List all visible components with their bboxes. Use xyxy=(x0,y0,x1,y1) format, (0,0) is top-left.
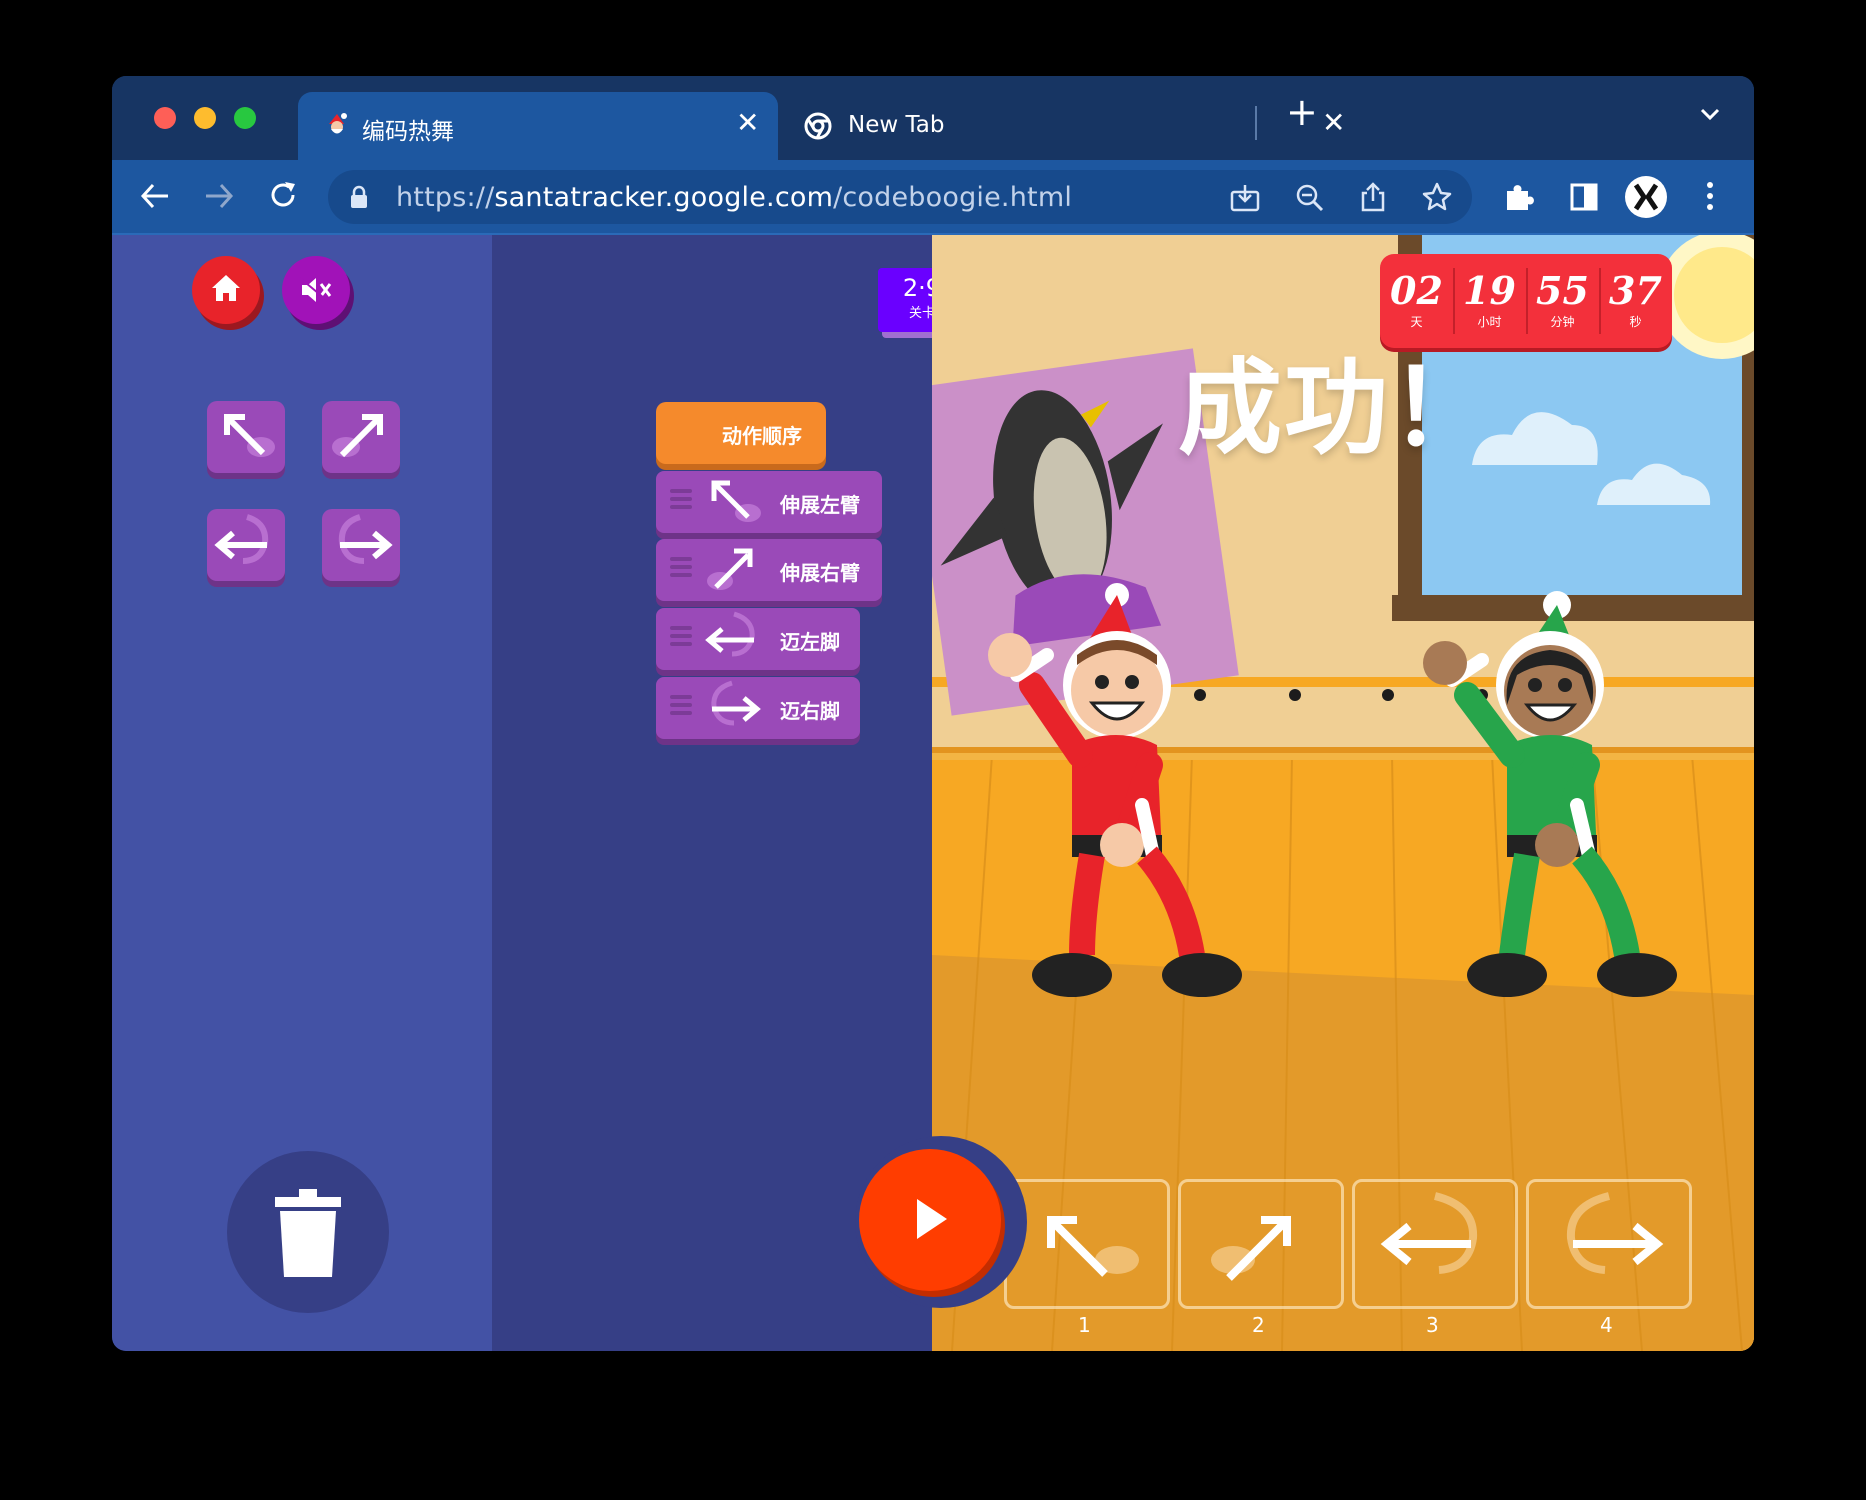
countdown-value: 37 xyxy=(1609,268,1662,313)
home-icon xyxy=(211,274,241,306)
countdown-hours: 19 小时 xyxy=(1453,254,1526,348)
side-panel-icon[interactable] xyxy=(1570,183,1598,215)
profile-avatar[interactable] xyxy=(1624,175,1668,223)
maximize-window-button[interactable] xyxy=(234,107,256,129)
tab-divider xyxy=(1255,106,1257,140)
step-number: 3 xyxy=(1426,1313,1439,1337)
countdown-unit: 分钟 xyxy=(1550,315,1575,329)
palette-block-right-foot[interactable] xyxy=(322,509,400,581)
drag-handle-icon[interactable] xyxy=(670,695,692,715)
tab-title: 编码热舞 xyxy=(362,119,454,145)
arrow-up-left-icon xyxy=(1047,1216,1139,1277)
arrow-right-icon xyxy=(338,514,393,564)
step-number: 1 xyxy=(1078,1313,1091,1337)
countdown-value: 02 xyxy=(1390,268,1443,313)
play-icon xyxy=(915,1197,949,1245)
arrow-left-icon xyxy=(214,514,269,564)
trash-icon xyxy=(275,1189,341,1281)
drag-handle-icon[interactable] xyxy=(670,489,692,509)
back-arrow-icon[interactable] xyxy=(140,182,170,214)
forward-arrow-icon[interactable] xyxy=(204,182,234,214)
extensions-puzzle-icon[interactable] xyxy=(1504,182,1534,216)
tab-new-tab[interactable]: New Tab ✕ xyxy=(788,92,1345,160)
code-block-right-foot[interactable]: 迈右脚 xyxy=(656,677,860,739)
browser-toolbar: https://santatracker.google.com/codeboog… xyxy=(112,160,1754,235)
countdown-seconds: 37 秒 xyxy=(1599,254,1672,348)
url-host: santatracker.google.com xyxy=(494,182,834,213)
install-app-icon[interactable] xyxy=(1230,184,1260,216)
code-block-label: 迈左脚 xyxy=(780,630,840,654)
chrome-icon xyxy=(804,112,832,140)
mute-button[interactable] xyxy=(282,256,350,324)
code-block-left-arm[interactable]: 伸展左臂 xyxy=(656,471,882,533)
drag-handle-icon[interactable] xyxy=(670,557,692,577)
code-block-left-foot[interactable]: 迈左脚 xyxy=(656,608,860,670)
url-scheme: https:// xyxy=(396,182,495,213)
arrow-up-right-icon xyxy=(1211,1216,1291,1281)
step-slot-4 xyxy=(1526,1179,1692,1309)
game-viewport: 动作顺序 伸展左臂 伸展右臂 迈左脚 迈右脚 2·9 关卡 成功！ 02 天 1… xyxy=(112,235,1754,1351)
step-number: 2 xyxy=(1252,1313,1265,1337)
palette-block-left-arm[interactable] xyxy=(207,401,285,473)
bookmark-star-icon[interactable] xyxy=(1422,182,1452,216)
close-window-button[interactable] xyxy=(154,107,176,129)
step-number: 4 xyxy=(1600,1313,1613,1337)
palette-block-left-foot[interactable] xyxy=(207,509,285,581)
trash-button[interactable] xyxy=(227,1151,389,1313)
countdown-unit: 小时 xyxy=(1477,315,1502,329)
program-header-block[interactable]: 动作顺序 xyxy=(656,402,826,464)
url-path: /codeboogie.html xyxy=(833,182,1073,213)
arrow-up-right-icon xyxy=(707,548,753,590)
code-block-right-arm[interactable]: 伸展右臂 xyxy=(656,539,882,601)
countdown-value: 55 xyxy=(1536,268,1589,313)
arrow-right-icon xyxy=(1566,1192,1664,1274)
countdown-minutes: 55 分钟 xyxy=(1526,254,1599,348)
minimize-window-button[interactable] xyxy=(194,107,216,129)
arrow-left-icon xyxy=(705,611,755,657)
arrow-up-left-icon xyxy=(711,480,761,522)
program-header-label: 动作顺序 xyxy=(722,424,802,448)
tab-title: New Tab xyxy=(848,112,945,138)
arrow-left-icon xyxy=(1380,1192,1478,1274)
arrow-up-right-icon xyxy=(332,414,383,458)
step-slot-2 xyxy=(1178,1179,1344,1309)
countdown-value: 19 xyxy=(1463,268,1516,313)
tab-close-icon[interactable]: ✕ xyxy=(1322,106,1345,139)
url-text: https://santatracker.google.com/codeboog… xyxy=(396,182,1072,213)
countdown-timer: 02 天 19 小时 55 分钟 37 秒 xyxy=(1380,254,1672,348)
step-slot-1 xyxy=(1004,1179,1170,1309)
code-block-label: 伸展右臂 xyxy=(780,561,860,585)
countdown-days: 02 天 xyxy=(1380,254,1453,348)
code-block-label: 伸展左臂 xyxy=(780,493,860,517)
lock-icon xyxy=(350,185,368,213)
speaker-muted-icon xyxy=(299,276,332,308)
arrow-up-left-icon xyxy=(224,414,275,457)
santa-favicon-icon xyxy=(326,112,348,136)
tab-codeboogie[interactable]: 编码热舞 ✕ xyxy=(298,92,778,160)
play-button[interactable] xyxy=(859,1149,1001,1291)
kebab-menu-icon[interactable] xyxy=(1706,180,1714,216)
new-tab-button[interactable]: + xyxy=(1286,90,1318,134)
browser-window: 编码热舞 ✕ New Tab ✕ + https://santatracker.… xyxy=(112,76,1754,1351)
home-button[interactable] xyxy=(192,256,260,324)
countdown-unit: 秒 xyxy=(1629,315,1642,329)
code-block-label: 迈右脚 xyxy=(780,699,840,723)
tab-close-icon[interactable]: ✕ xyxy=(736,106,759,139)
address-bar[interactable]: https://santatracker.google.com/codeboog… xyxy=(328,170,1472,224)
block-palette xyxy=(112,235,492,1351)
share-icon[interactable] xyxy=(1360,182,1386,216)
drag-handle-icon[interactable] xyxy=(670,626,692,646)
dance-stage: 成功！ 02 天 19 小时 55 分钟 37 秒 1 2 3 4 xyxy=(932,235,1754,1351)
step-slot-3 xyxy=(1352,1179,1518,1309)
zoom-out-icon[interactable] xyxy=(1296,184,1324,216)
reload-icon[interactable] xyxy=(268,180,298,214)
palette-block-right-arm[interactable] xyxy=(322,401,400,473)
countdown-unit: 天 xyxy=(1410,315,1423,329)
arrow-right-icon xyxy=(711,680,761,726)
tab-search-chevron-icon[interactable] xyxy=(1700,106,1720,125)
tab-strip: 编码热舞 ✕ New Tab ✕ + xyxy=(112,76,1754,160)
